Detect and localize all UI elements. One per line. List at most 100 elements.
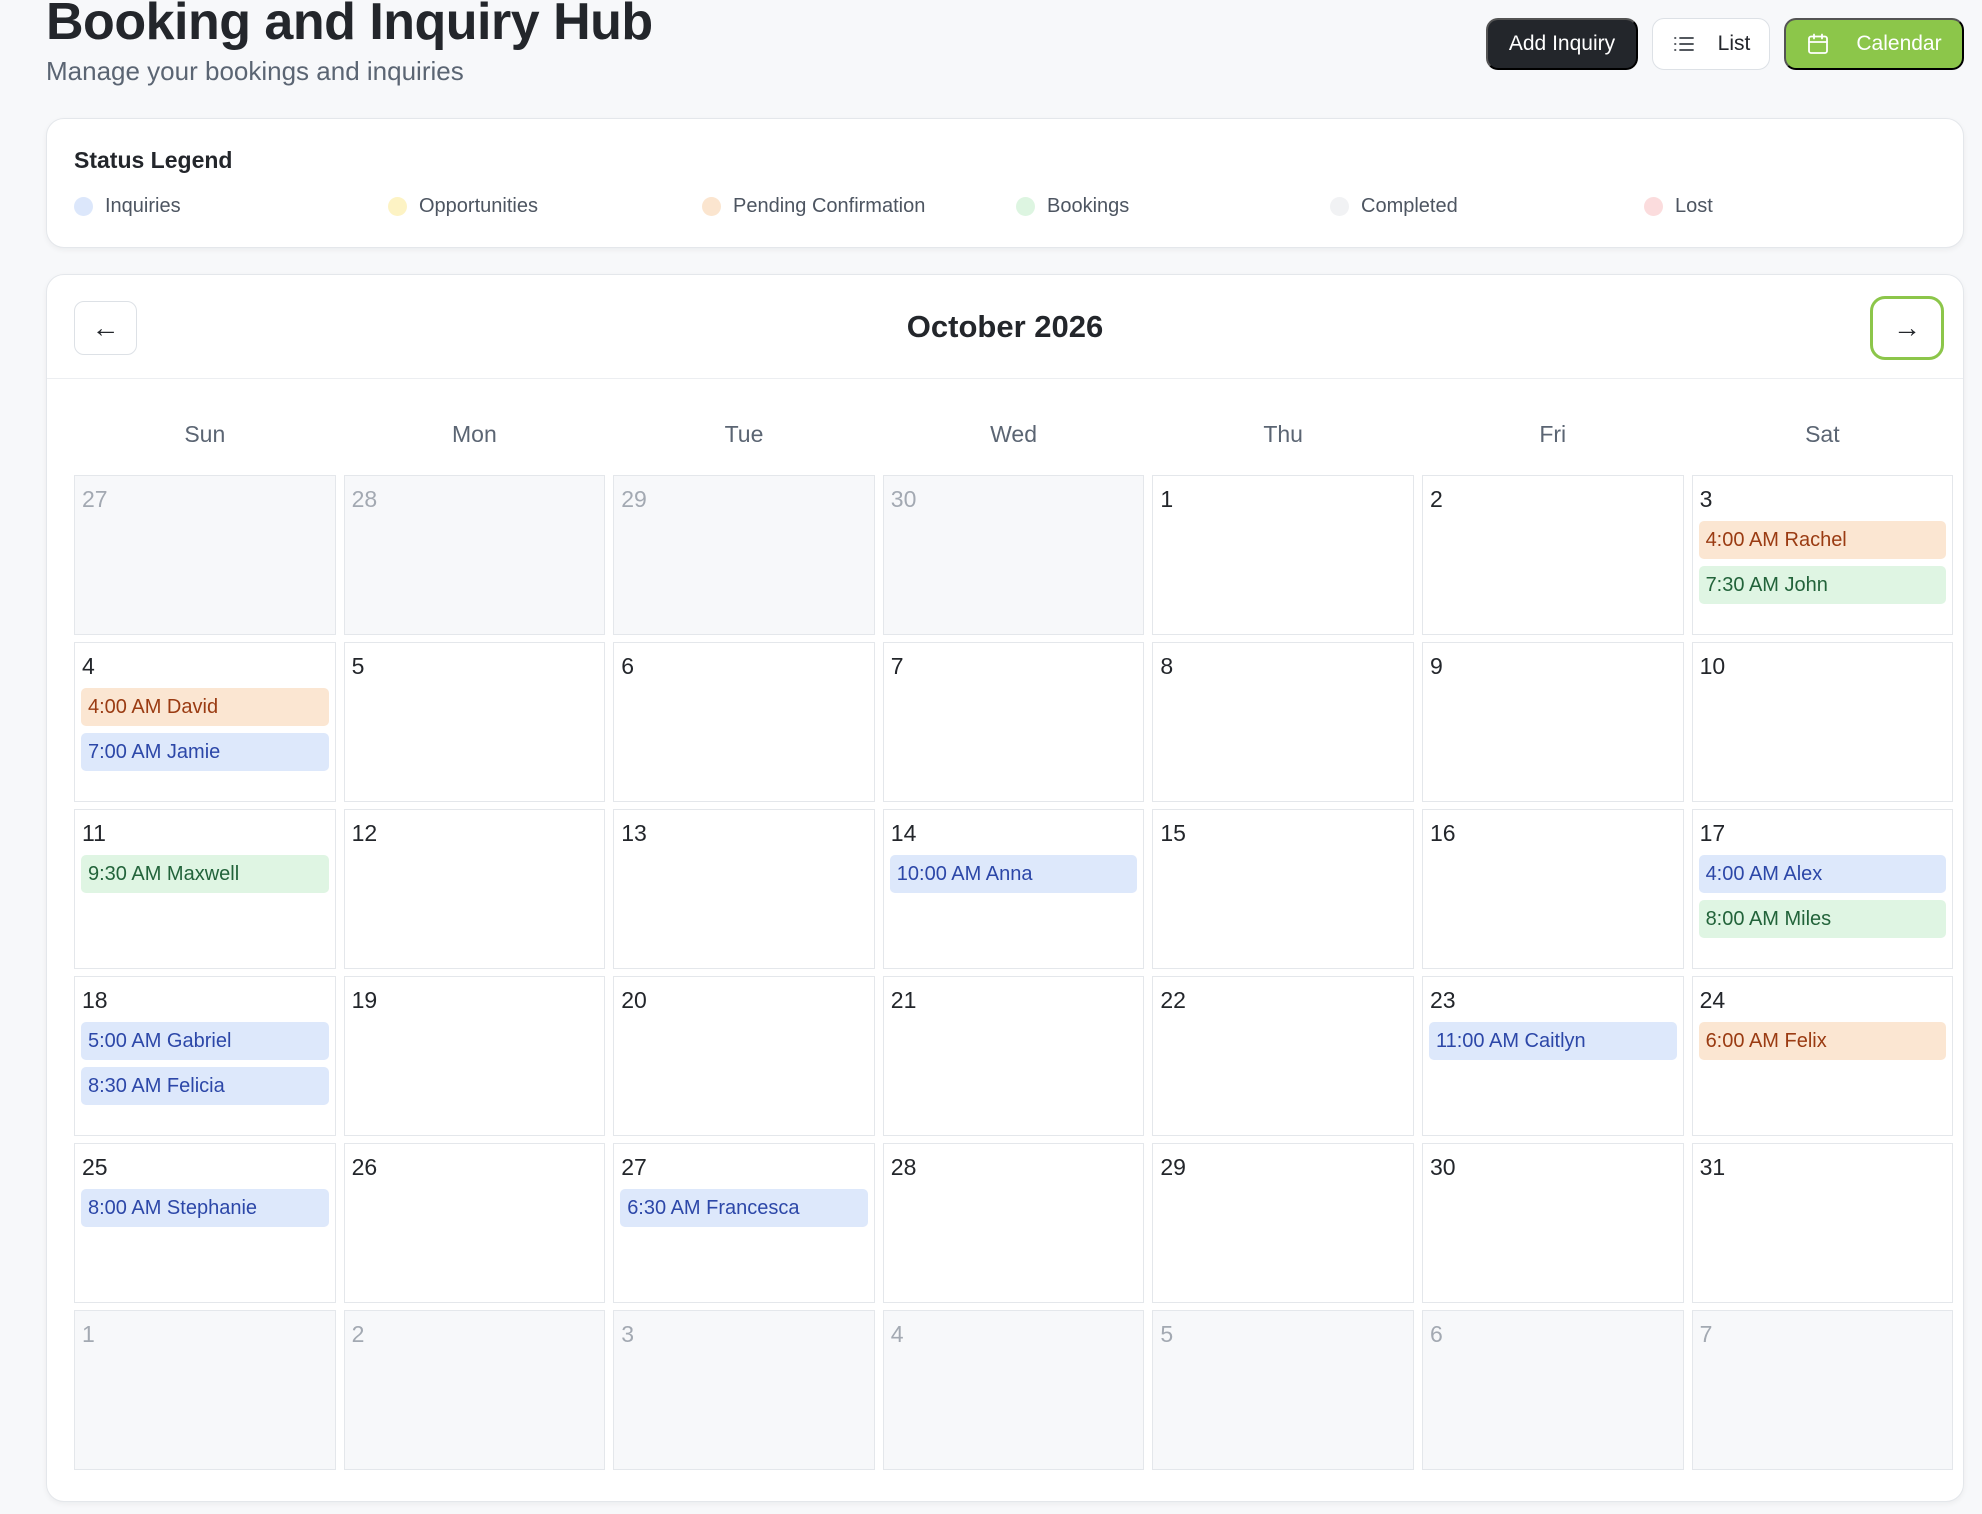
- day-cell[interactable]: 24 6:00 AM Felix: [1691, 976, 1954, 1136]
- calendar-view-button[interactable]: Calendar: [1784, 18, 1964, 70]
- event-chip[interactable]: 10:00 AM Anna: [889, 855, 1138, 893]
- day-cell[interactable]: 4: [882, 1310, 1145, 1470]
- legend-title: Status Legend: [74, 147, 233, 173]
- event-chip[interactable]: 8:30 AM Felicia: [81, 1067, 329, 1105]
- day-cell[interactable]: 8: [1152, 642, 1414, 802]
- legend-label: Opportunities: [419, 195, 538, 217]
- day-cell[interactable]: 29: [1152, 1143, 1414, 1303]
- event-chip[interactable]: 4:00 AM Alex: [1698, 855, 1947, 893]
- day-cell[interactable]: 1: [74, 1310, 336, 1470]
- day-number: 4: [890, 1321, 904, 1347]
- day-cell[interactable]: 2: [1421, 475, 1684, 635]
- page-subtitle: Manage your bookings and inquiries: [46, 56, 464, 86]
- day-number: 4: [82, 653, 95, 679]
- day-cell[interactable]: 22: [1152, 976, 1414, 1136]
- weekday-header-row: Sun Mon Tue Wed Thu Fri Sat: [74, 421, 1953, 448]
- day-number: 26: [351, 1154, 378, 1180]
- day-number: 7: [890, 653, 904, 679]
- event-chip[interactable]: 4:00 AM David: [81, 688, 329, 726]
- weekday-label: Wed: [990, 421, 1038, 447]
- event-chip[interactable]: 7:00 AM Jamie: [81, 733, 329, 771]
- legend-dot-icon: [74, 197, 93, 216]
- day-number: 27: [621, 1154, 647, 1180]
- legend-item: Completed: [1330, 195, 1644, 218]
- day-cell[interactable]: 12: [343, 809, 606, 969]
- day-number: 28: [890, 1154, 917, 1180]
- day-number: 20: [621, 987, 647, 1013]
- day-cell[interactable]: 28: [882, 1143, 1145, 1303]
- day-cell[interactable]: 5: [343, 642, 606, 802]
- day-cell[interactable]: 14 10:00 AM Anna: [882, 809, 1145, 969]
- day-cell[interactable]: 11 9:30 AM Maxwell: [74, 809, 336, 969]
- event-chip[interactable]: 9:30 AM Maxwell: [81, 855, 329, 893]
- day-cell[interactable]: 7: [1691, 1310, 1954, 1470]
- day-cell[interactable]: 2: [343, 1310, 606, 1470]
- event-chip[interactable]: 11:00 AM Caitlyn: [1428, 1022, 1677, 1060]
- day-cell[interactable]: 21: [882, 976, 1145, 1136]
- legend-label: Lost: [1675, 195, 1713, 217]
- day-cell[interactable]: 31: [1691, 1143, 1954, 1303]
- legend-label: Completed: [1361, 195, 1458, 217]
- day-cell[interactable]: 3: [613, 1310, 875, 1470]
- weekday-label: Fri: [1539, 421, 1567, 447]
- day-cell[interactable]: 17 4:00 AM Alex 8:00 AM Miles: [1691, 809, 1954, 969]
- day-cell[interactable]: 20: [613, 976, 875, 1136]
- event-chip[interactable]: 6:00 AM Felix: [1698, 1022, 1947, 1060]
- day-cell[interactable]: 27 6:30 AM Francesca: [613, 1143, 875, 1303]
- day-events: 6:00 AM Felix: [1698, 1022, 1947, 1060]
- day-number: 21: [890, 987, 917, 1013]
- day-cell[interactable]: 1: [1152, 475, 1414, 635]
- next-month-button[interactable]: →: [1870, 296, 1944, 360]
- day-cell[interactable]: 26: [343, 1143, 606, 1303]
- arrow-right-icon: →: [1893, 312, 1921, 343]
- day-number: 11: [82, 820, 106, 846]
- event-chip[interactable]: 6:30 AM Francesca: [620, 1189, 868, 1227]
- day-events: 9:30 AM Maxwell: [81, 855, 329, 893]
- list-view-button[interactable]: List: [1652, 18, 1770, 70]
- day-number: 15: [1160, 820, 1186, 846]
- day-cell[interactable]: 3 4:00 AM Rachel 7:30 AM John: [1691, 475, 1954, 635]
- legend-dot-icon: [702, 197, 721, 216]
- day-cell[interactable]: 13: [613, 809, 875, 969]
- legend-dot-icon: [388, 197, 407, 216]
- day-cell[interactable]: 4 4:00 AM David 7:00 AM Jamie: [74, 642, 336, 802]
- day-cell[interactable]: 30: [882, 475, 1145, 635]
- add-inquiry-button[interactable]: Add Inquiry: [1486, 18, 1638, 70]
- day-cell[interactable]: 19: [343, 976, 606, 1136]
- day-number: 29: [1160, 1154, 1186, 1180]
- day-cell[interactable]: 15: [1152, 809, 1414, 969]
- day-cell[interactable]: 23 11:00 AM Caitlyn: [1421, 976, 1684, 1136]
- day-events: 4:00 AM Rachel 7:30 AM John: [1698, 521, 1947, 604]
- day-number: 30: [890, 486, 917, 512]
- day-events: 6:30 AM Francesca: [620, 1189, 868, 1227]
- event-chip[interactable]: 4:00 AM Rachel: [1698, 521, 1947, 559]
- event-chip[interactable]: 7:30 AM John: [1698, 566, 1947, 604]
- legend-label: Bookings: [1047, 195, 1130, 217]
- day-cell[interactable]: 27: [74, 475, 336, 635]
- legend-item: Opportunities: [388, 195, 702, 218]
- weekday-label: Mon: [452, 421, 497, 447]
- event-chip[interactable]: 5:00 AM Gabriel: [81, 1022, 329, 1060]
- day-cell[interactable]: 28: [343, 475, 606, 635]
- day-cell[interactable]: 7: [882, 642, 1145, 802]
- day-cell[interactable]: 6: [613, 642, 875, 802]
- legend-item: Pending Confirmation: [702, 195, 1016, 218]
- day-cell[interactable]: 5: [1152, 1310, 1414, 1470]
- day-number: 2: [1429, 486, 1443, 512]
- day-events: 5:00 AM Gabriel 8:30 AM Felicia: [81, 1022, 329, 1105]
- day-cell[interactable]: 16: [1421, 809, 1684, 969]
- legend-label: Inquiries: [105, 195, 181, 217]
- day-cell[interactable]: 18 5:00 AM Gabriel 8:30 AM Felicia: [74, 976, 336, 1136]
- day-cell[interactable]: 10: [1691, 642, 1954, 802]
- calendar-icon: [1806, 32, 1830, 56]
- day-cell[interactable]: 9: [1421, 642, 1684, 802]
- day-cell[interactable]: 25 8:00 AM Stephanie: [74, 1143, 336, 1303]
- event-chip[interactable]: 8:00 AM Miles: [1698, 900, 1947, 938]
- day-cell[interactable]: 29: [613, 475, 875, 635]
- calendar-header: ← October 2026 →: [47, 275, 1963, 379]
- weekday-label: Sat: [1805, 421, 1840, 447]
- day-cell[interactable]: 30: [1421, 1143, 1684, 1303]
- legend-dot-icon: [1330, 197, 1349, 216]
- day-cell[interactable]: 6: [1421, 1310, 1684, 1470]
- event-chip[interactable]: 8:00 AM Stephanie: [81, 1189, 329, 1227]
